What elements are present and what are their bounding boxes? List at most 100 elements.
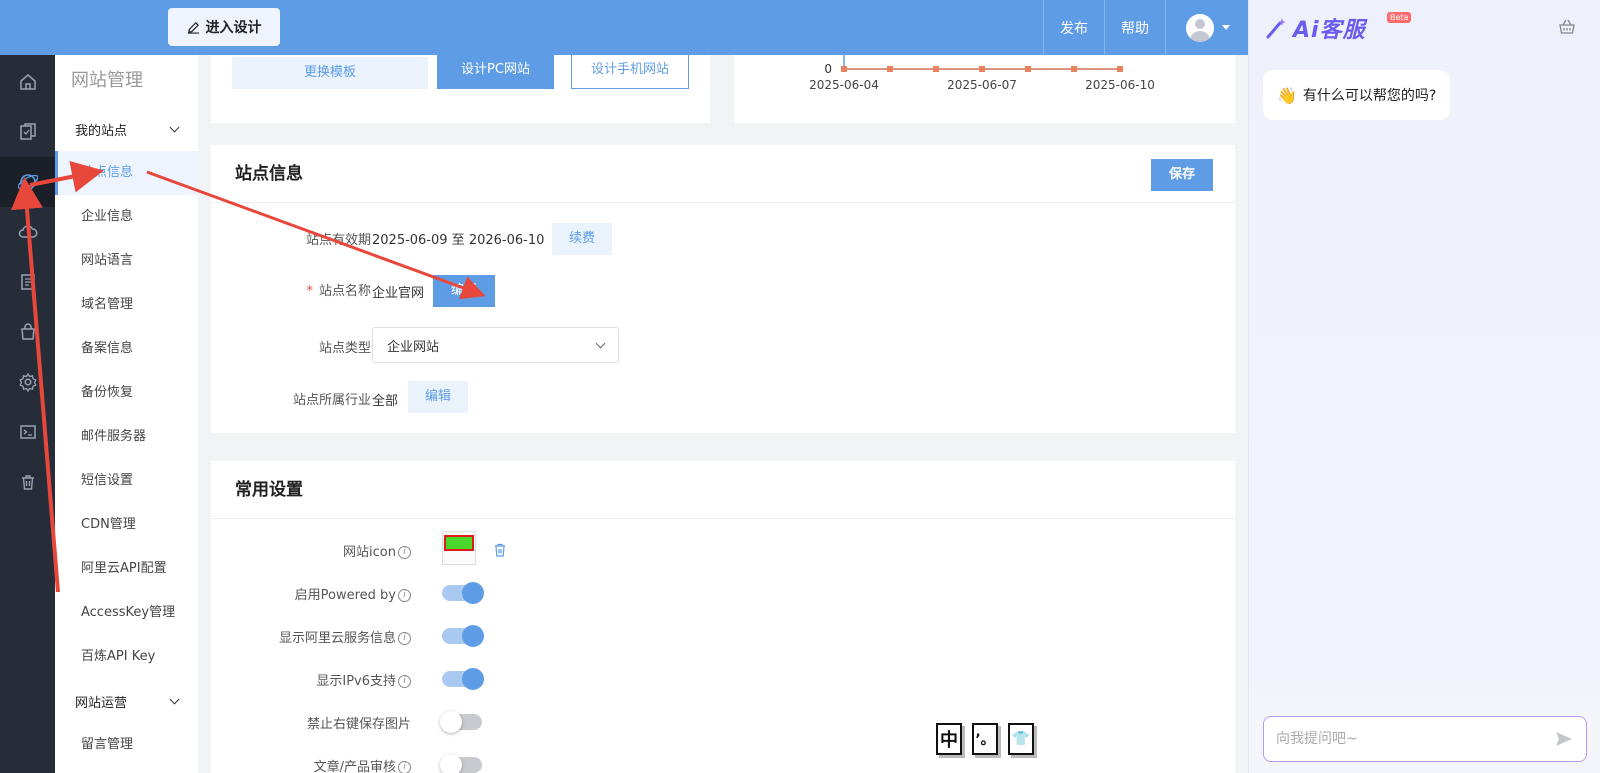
setting-toggle[interactable] — [442, 668, 484, 690]
magic-wand-icon — [1266, 18, 1286, 39]
enter-design-label: 进入设计 — [205, 20, 262, 36]
info-icon[interactable]: i — [398, 675, 411, 688]
setting-toggle[interactable] — [442, 582, 484, 604]
visits-line-chart: 0 2025-06-04 2025-06-07 2025-06-10 — [809, 55, 1155, 92]
menu-group-label: 我的站点 — [75, 123, 128, 139]
ai-greeting-bubble: 👋 有什么可以帮您的吗? — [1263, 70, 1451, 120]
ime-toolbar: 中 ’。 👕 — [936, 723, 1034, 755]
top-nav: 发布 帮助 — [1043, 0, 1248, 55]
menu-item-cdn[interactable]: CDN管理 — [55, 503, 198, 547]
site-icon-label: 网站icon i — [251, 541, 411, 560]
setting-label: 显示IPv6支持 i — [251, 670, 411, 689]
menu-item-domain[interactable]: 域名管理 — [55, 283, 198, 327]
document-icon — [20, 274, 35, 290]
caret-down-icon — [1222, 25, 1230, 30]
rail-trash[interactable] — [0, 457, 55, 507]
setting-label: 启用Powered by i — [251, 584, 411, 603]
design-pc-button[interactable]: 设计PC网站 — [437, 55, 554, 89]
site-info-card: 站点信息 保存 站点有效期 2025-06-09 至 2026-06-10 续费… — [211, 145, 1235, 433]
menu-group-site-ops[interactable]: 网站运营 — [55, 679, 198, 723]
help-link[interactable]: 帮助 — [1104, 0, 1165, 55]
rail-settings[interactable] — [0, 357, 55, 407]
chevron-down-icon — [595, 338, 606, 348]
data-point — [933, 66, 939, 72]
enter-design-button[interactable]: 进入设计 — [168, 8, 280, 46]
menu-item-company-info[interactable]: 企业信息 — [55, 195, 198, 239]
rail-cloud[interactable] — [0, 207, 55, 257]
top-bar: 进入设计 发布 帮助 — [0, 0, 1248, 55]
menu-item-messages[interactable]: 留言管理 — [55, 723, 198, 767]
menu-group-my-sites[interactable]: 我的站点 — [55, 107, 198, 151]
toggle-knob — [440, 711, 462, 733]
data-point — [1025, 66, 1031, 72]
setting-label-text: 启用Powered by — [294, 588, 396, 603]
ime-chinese-toggle[interactable]: 中 — [936, 723, 962, 755]
send-icon[interactable] — [1554, 729, 1574, 749]
menu-item-accesskey[interactable]: AccessKey管理 — [55, 591, 198, 635]
setting-label: 显示阿里云服务信息 i — [251, 627, 411, 646]
terminal-icon — [19, 425, 36, 439]
toggle-knob — [462, 668, 484, 690]
chevron-down-icon — [169, 694, 180, 704]
info-icon[interactable]: i — [398, 589, 411, 602]
validity-label: 站点有效期 — [305, 233, 371, 248]
menu-item-icp[interactable]: 备案信息 — [55, 327, 198, 371]
setting-toggle[interactable] — [442, 625, 484, 647]
ai-brand-text: Ai客服 — [1293, 18, 1366, 43]
common-settings-title: 常用设置 — [211, 461, 1235, 519]
menu-item-sms[interactable]: 短信设置 — [55, 459, 198, 503]
favicon-image — [444, 535, 474, 551]
x-tick-label: 2025-06-04 — [809, 78, 879, 92]
template-card: 更换模板 设计PC网站 设计手机网站 — [211, 55, 710, 123]
setting-label-text: 显示IPv6支持 — [316, 674, 396, 689]
edit-name-button[interactable]: 编辑 — [433, 275, 495, 307]
globe-icon — [17, 174, 38, 190]
menu-item-backup[interactable]: 备份恢复 — [55, 371, 198, 415]
menu-item-mail-server[interactable]: 邮件服务器 — [55, 415, 198, 459]
setting-label: 文章/产品审核 i — [251, 756, 411, 773]
ai-service-panel: Ai客服 Beta 👋 有什么可以帮您的吗? — [1248, 0, 1600, 773]
rail-terminal[interactable] — [0, 407, 55, 457]
menu-item-bailian-key[interactable]: 百炼API Key — [55, 635, 198, 679]
site-type-selected: 企业网站 — [387, 339, 440, 355]
info-icon[interactable]: i — [398, 546, 411, 559]
user-menu[interactable] — [1165, 0, 1248, 55]
site-type-select[interactable]: 企业网站 — [372, 327, 619, 363]
rail-pages[interactable] — [0, 107, 55, 157]
menu-item-aliyun-api[interactable]: 阿里云API配置 — [55, 547, 198, 591]
ime-punctuation-toggle[interactable]: ’。 — [972, 723, 998, 755]
site-name-label: * 站点名称 — [306, 284, 371, 299]
site-icon-preview[interactable] — [442, 531, 476, 565]
info-icon[interactable]: i — [398, 761, 411, 773]
edit-industry-button[interactable]: 编辑 — [408, 381, 468, 413]
info-icon[interactable]: i — [398, 632, 411, 645]
trash-icon — [21, 475, 34, 490]
publish-link[interactable]: 发布 — [1043, 0, 1104, 55]
rail-site-management[interactable] — [0, 157, 55, 207]
main-content: 更换模板 设计PC网站 设计手机网站 0 2025-06-04 2025-06-07… — [198, 55, 1248, 773]
save-button[interactable]: 保存 — [1151, 159, 1213, 191]
rail-document[interactable] — [0, 257, 55, 307]
toggle-knob — [440, 754, 462, 773]
ime-skin-icon[interactable]: 👕 — [1008, 723, 1034, 755]
change-template-button[interactable]: 更换模板 — [232, 57, 428, 89]
rail-shop[interactable] — [0, 307, 55, 357]
setting-toggle[interactable] — [440, 711, 482, 733]
chart-card: 0 2025-06-04 2025-06-07 2025-06-10 — [734, 55, 1235, 123]
beta-badge: Beta — [1387, 12, 1412, 23]
side-menu: 网站管理 我的站点 站点信息 企业信息 网站语言 域名管理 备案信息 备份恢复 … — [55, 55, 198, 773]
x-tick-label: 2025-06-07 — [947, 78, 1017, 92]
setting-label: 禁止右键保存图片 — [251, 713, 411, 732]
site-info-title-text: 站点信息 — [235, 164, 303, 184]
rail-home[interactable] — [0, 57, 55, 107]
ai-question-input[interactable] — [1276, 731, 1554, 747]
site-type-label: 站点类型 — [318, 341, 371, 356]
design-mobile-button[interactable]: 设计手机网站 — [571, 55, 689, 89]
menu-item-site-language[interactable]: 网站语言 — [55, 239, 198, 283]
setting-toggle[interactable] — [440, 754, 482, 773]
site-icon-label-text: 网站icon — [343, 545, 396, 560]
delete-icon[interactable] — [492, 542, 508, 558]
menu-item-site-info[interactable]: 站点信息 — [55, 151, 198, 195]
renew-button[interactable]: 续费 — [552, 223, 612, 255]
basket-icon[interactable] — [1558, 18, 1576, 36]
